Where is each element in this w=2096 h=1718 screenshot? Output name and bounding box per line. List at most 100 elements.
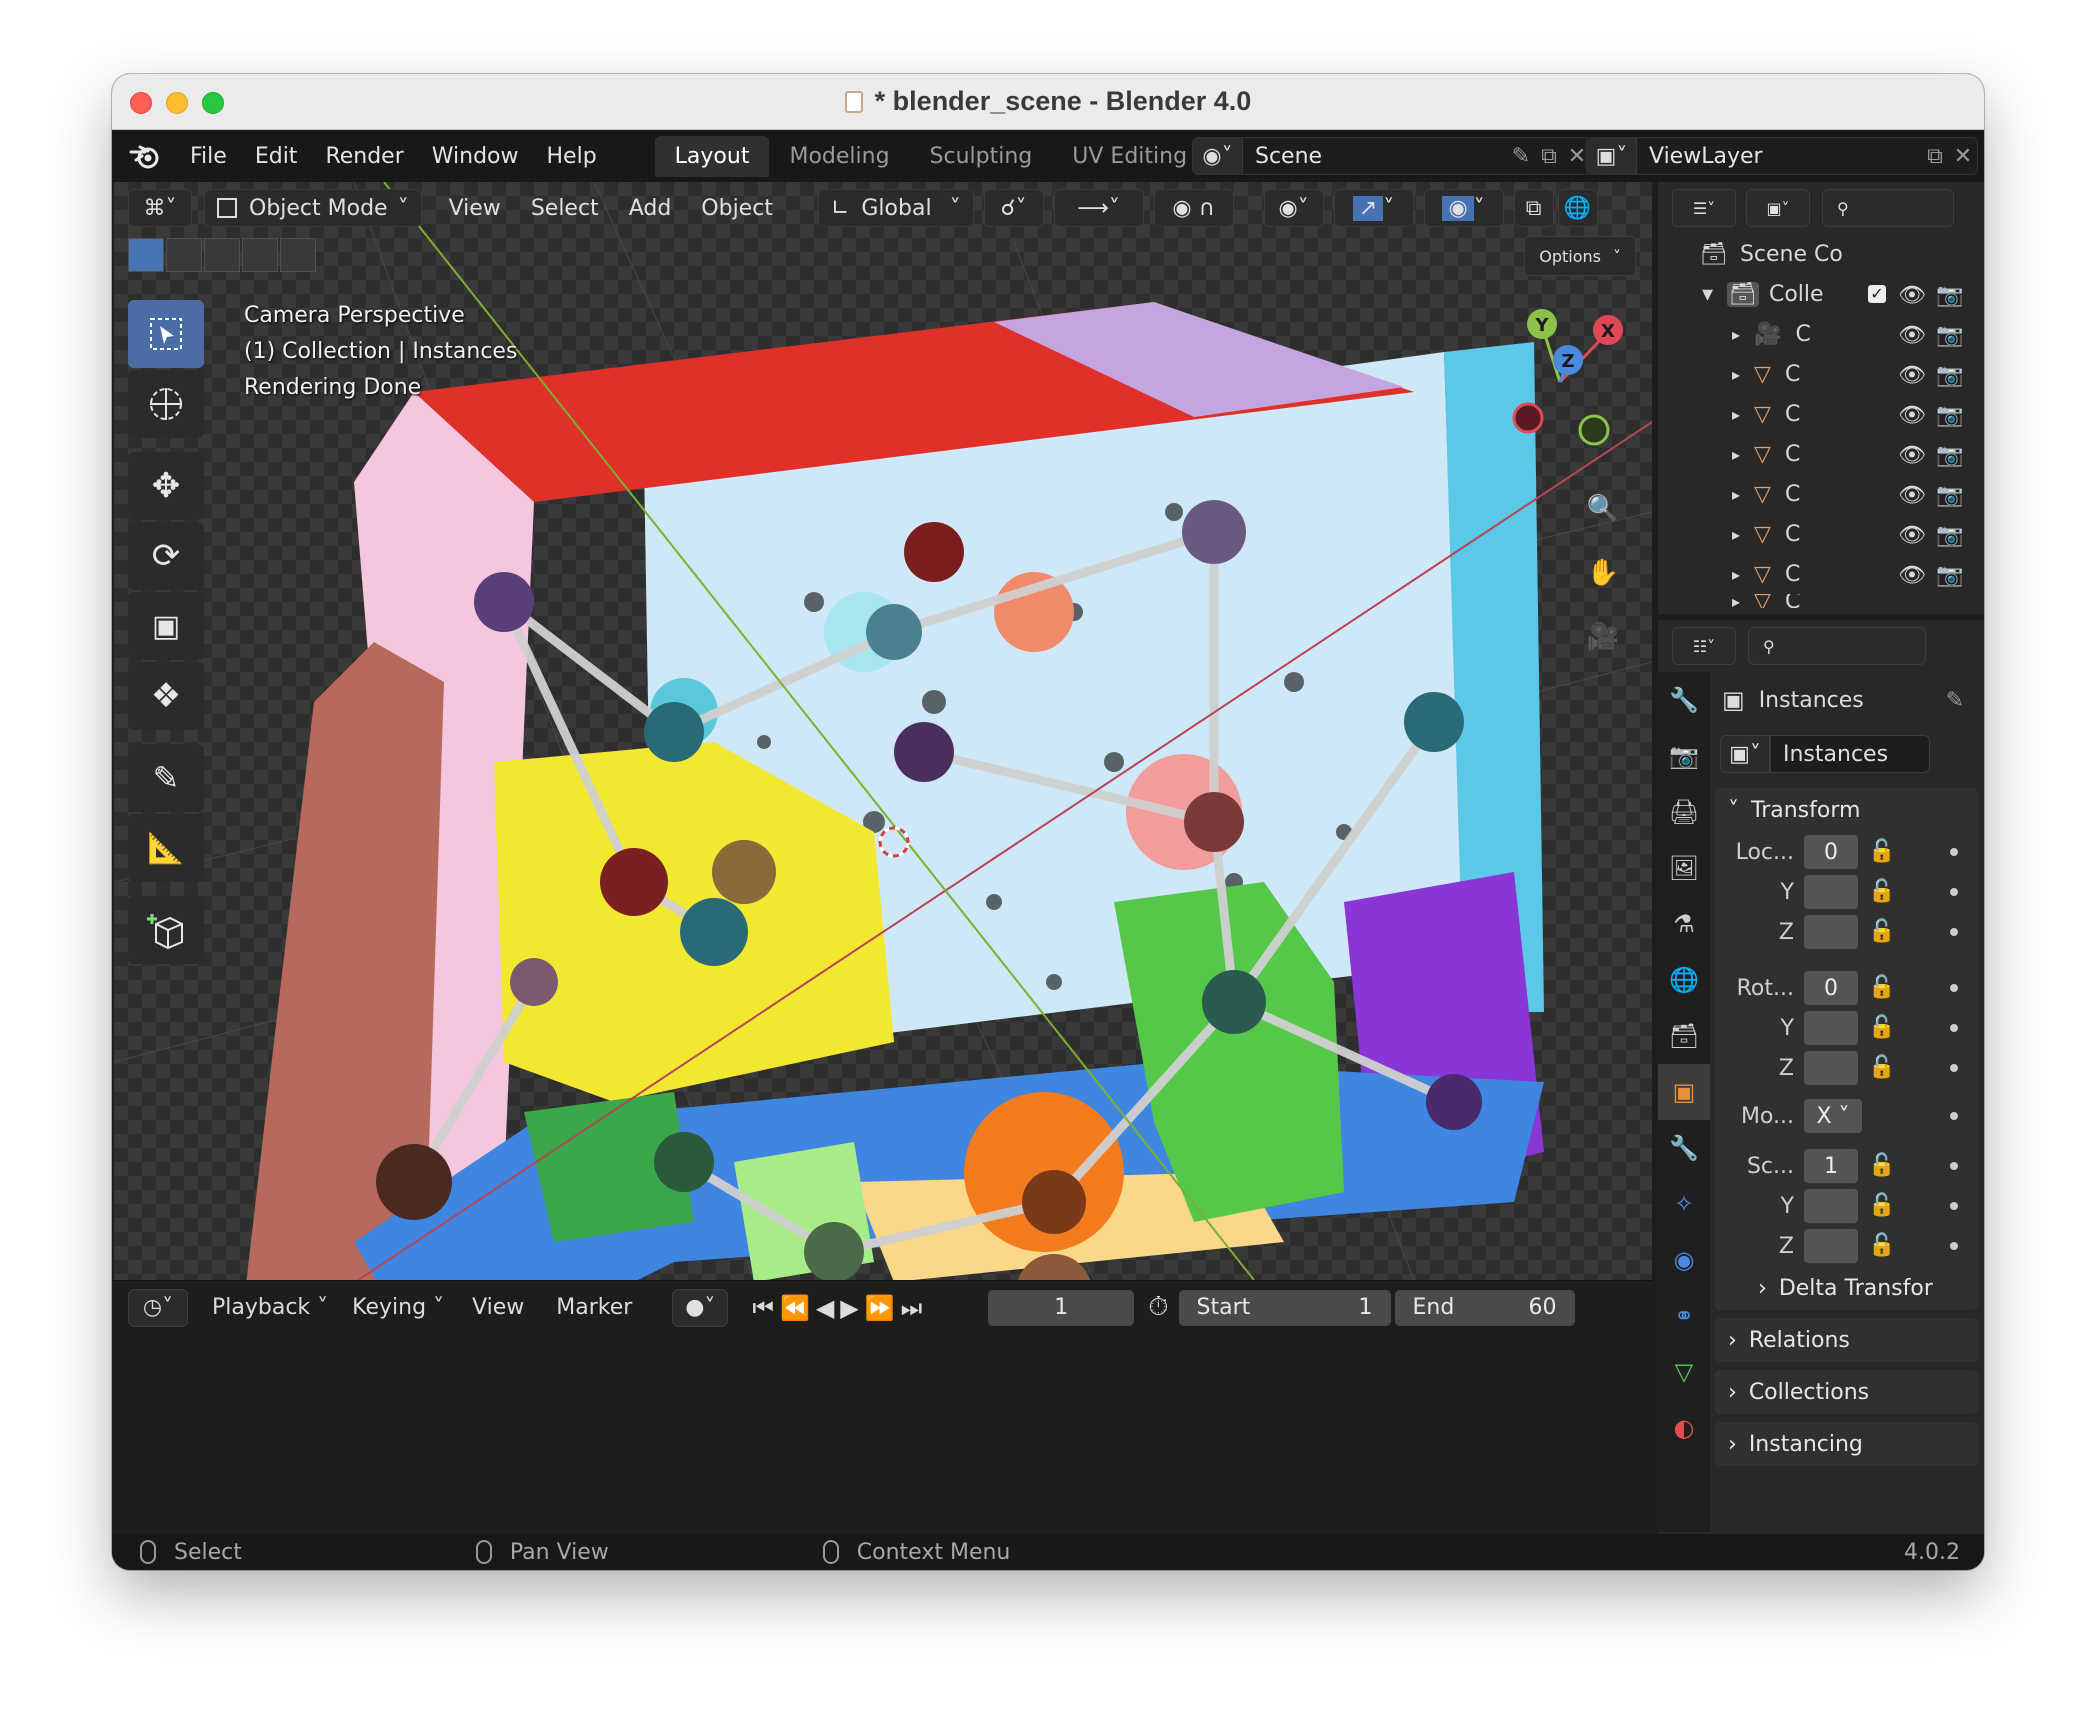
scale-tool[interactable]: ▣ (128, 592, 204, 660)
camera-icon[interactable]: 📷 (1936, 363, 1963, 388)
viewport-menu-add[interactable]: Add (614, 196, 687, 221)
menu-help[interactable]: Help (533, 144, 611, 169)
outliner-item[interactable]: ▸ ▽ C 👁 📷 (1658, 354, 1984, 394)
outliner-item[interactable]: ▸ ▽ C 👁 📷 (1658, 554, 1984, 594)
data-tab[interactable]: ▽ (1658, 1344, 1710, 1400)
menu-window[interactable]: Window (418, 144, 533, 169)
rotate-tool[interactable]: ⟳ (128, 522, 204, 590)
viewport-menu-view[interactable]: View (434, 196, 516, 221)
proportional-editing-button[interactable]: ◉ ∩ (1153, 189, 1234, 227)
expand-arrow-icon[interactable]: ▸ (1732, 565, 1740, 584)
unlock-icon[interactable]: 🔓 (1868, 975, 1895, 1001)
auto-keying-button[interactable]: ●˅ (672, 1288, 729, 1327)
keyframe-dot-icon[interactable] (1950, 1064, 1958, 1072)
3d-viewport[interactable]: ⌘˅ Object Mode ˅ View Select Add Object … (114, 182, 1652, 1280)
menu-render[interactable]: Render (311, 144, 417, 169)
timeline-menu-playback[interactable]: Playback ˅ (200, 1295, 340, 1320)
snap-button[interactable]: ⟶˅ (1053, 189, 1144, 227)
camera-icon[interactable]: 📷 (1936, 563, 1963, 588)
blender-logo-icon[interactable] (128, 139, 162, 173)
properties-editor-type-button[interactable]: ☷˅ (1672, 627, 1736, 665)
outliner-item[interactable]: ▸ ▽ C 👁 📷 (1658, 474, 1984, 514)
camera-icon[interactable]: 📷 (1936, 323, 1963, 348)
collections-panel-header[interactable]: › Collections (1714, 1370, 1978, 1414)
outliner-search-input[interactable]: ⚲ (1822, 189, 1954, 227)
annotate-tool[interactable]: ✎ (128, 744, 204, 812)
location-z-field[interactable] (1804, 915, 1858, 949)
rotation-mode-dropdown[interactable]: X ˅ (1804, 1099, 1862, 1133)
viewport-menu-object[interactable]: Object (686, 196, 788, 221)
instancing-panel-header[interactable]: › Instancing (1714, 1422, 1978, 1466)
scale-x-field[interactable]: 1 (1804, 1149, 1858, 1183)
tab-sculpting[interactable]: Sculpting (910, 136, 1053, 177)
rotation-z-field[interactable] (1804, 1051, 1858, 1085)
move-tool[interactable]: ✥ (128, 452, 204, 520)
scene-selector[interactable]: ◉˅ Scene ✎ ⧉ ✕ (1192, 137, 1592, 175)
view-layer-selector[interactable]: ▣˅ ViewLayer ⧉ ✕ (1586, 137, 1978, 175)
expand-arrow-icon[interactable]: ▸ (1732, 325, 1740, 344)
camera-icon[interactable]: 📷 (1936, 523, 1963, 548)
camera-icon[interactable]: 📷 (1936, 483, 1963, 508)
keyframe-dot-icon[interactable] (1950, 1024, 1958, 1032)
outliner-item[interactable]: ▸ ▽ C 👁 📷 (1658, 394, 1984, 434)
select-box-tool[interactable] (128, 300, 204, 368)
object-browse-button[interactable]: ▣˅ (1720, 735, 1770, 773)
properties-search-input[interactable]: ⚲ (1748, 627, 1926, 665)
remove-view-layer-icon[interactable]: ✕ (1949, 142, 1977, 170)
relations-panel-header[interactable]: › Relations (1714, 1318, 1978, 1362)
keyframe-dot-icon[interactable] (1950, 1242, 1958, 1250)
expand-arrow-icon[interactable]: ▾ (1702, 282, 1713, 307)
outliner-scene-collection[interactable]: 🗃 Scene Co (1658, 234, 1984, 274)
duplicate-scene-icon[interactable]: ⧉ (1535, 142, 1563, 170)
xray-toggle-button[interactable]: ⧉ (1513, 189, 1554, 227)
select-new-button[interactable] (128, 238, 164, 272)
output-tab[interactable]: 🖨 (1658, 784, 1710, 840)
options-dropdown[interactable]: Options ˅ (1524, 236, 1636, 276)
world-tab[interactable]: 🌐 (1658, 952, 1710, 1008)
overlay-toggle-button[interactable]: ◉ ˅ (1423, 189, 1504, 227)
eye-icon[interactable]: 👁 (1898, 323, 1926, 348)
outliner-display-mode-button[interactable]: ☰˅ (1672, 189, 1736, 227)
render-tab[interactable]: 📷 (1658, 728, 1710, 784)
eye-icon[interactable]: 👁 (1898, 523, 1926, 548)
keyframe-dot-icon[interactable] (1950, 1202, 1958, 1210)
properties-panel[interactable]: ☷˅ ⚲ 🔧 📷 🖨 🖼 ⚗ 🌐 🗃 ▣ 🔧 ✧ ◉ ⚭ ▽ ◐ ▣ Insta… (1658, 620, 1984, 1534)
outliner-item[interactable]: ▸ ▽ C (1658, 594, 1984, 608)
expand-arrow-icon[interactable]: ▸ (1732, 594, 1740, 608)
unlock-icon[interactable]: 🔓 (1868, 1153, 1895, 1179)
mode-dropdown[interactable]: Object Mode ˅ (204, 189, 422, 227)
eye-icon[interactable]: 👁 (1898, 363, 1926, 388)
duplicate-view-layer-icon[interactable]: ⧉ (1921, 142, 1949, 170)
checkbox-icon[interactable]: ✓ (1868, 285, 1886, 303)
object-name-field[interactable]: Instances (1770, 735, 1930, 773)
outliner-item[interactable]: ▸ 🎥 C 👁 📷 (1658, 314, 1984, 354)
timer-icon[interactable]: ⏱ (1148, 1292, 1168, 1323)
unlock-icon[interactable]: 🔓 (1868, 1055, 1895, 1081)
outliner-filter-button[interactable]: ▣˅ (1746, 189, 1810, 227)
cursor-tool[interactable] (128, 370, 204, 438)
measure-tool[interactable]: 📐 (128, 814, 204, 882)
keyframe-dot-icon[interactable] (1950, 928, 1958, 936)
tab-layout[interactable]: Layout (654, 135, 770, 177)
eye-icon[interactable]: 👁 (1898, 443, 1926, 468)
tab-uv-editing[interactable]: UV Editing (1052, 136, 1207, 177)
modifier-tab[interactable]: 🔧 (1658, 1120, 1710, 1176)
eye-icon[interactable]: 👁 (1898, 483, 1926, 508)
scene-icon[interactable]: ◉˅ (1193, 138, 1243, 174)
editor-type-button[interactable]: ⌘˅ (128, 189, 192, 227)
visibility-button[interactable]: ◉˅ (1263, 189, 1324, 227)
camera-icon[interactable]: 📷 (1936, 443, 1963, 468)
material-tab[interactable]: ◐ (1658, 1400, 1710, 1456)
keyframe-dot-icon[interactable] (1950, 848, 1958, 856)
unlock-icon[interactable]: 🔓 (1868, 879, 1895, 905)
keyframe-dot-icon[interactable] (1950, 984, 1958, 992)
expand-arrow-icon[interactable]: ▸ (1732, 405, 1740, 424)
outliner-panel[interactable]: ☰˅ ▣˅ ⚲ 🗃 Scene Co ▾ 🗃 Colle ✓ 👁 📷 ▸ 🎥 C… (1658, 182, 1984, 614)
select-invert-button[interactable] (242, 238, 278, 272)
scale-y-field[interactable] (1804, 1189, 1858, 1223)
camera-icon[interactable]: 📷 (1936, 283, 1963, 308)
view-layer-icon[interactable]: ▣˅ (1587, 138, 1637, 174)
location-x-field[interactable]: 0 (1804, 835, 1858, 869)
expand-arrow-icon[interactable]: ▸ (1732, 365, 1740, 384)
transform-orientation-dropdown[interactable]: ∟ Global ˅ (817, 189, 974, 227)
